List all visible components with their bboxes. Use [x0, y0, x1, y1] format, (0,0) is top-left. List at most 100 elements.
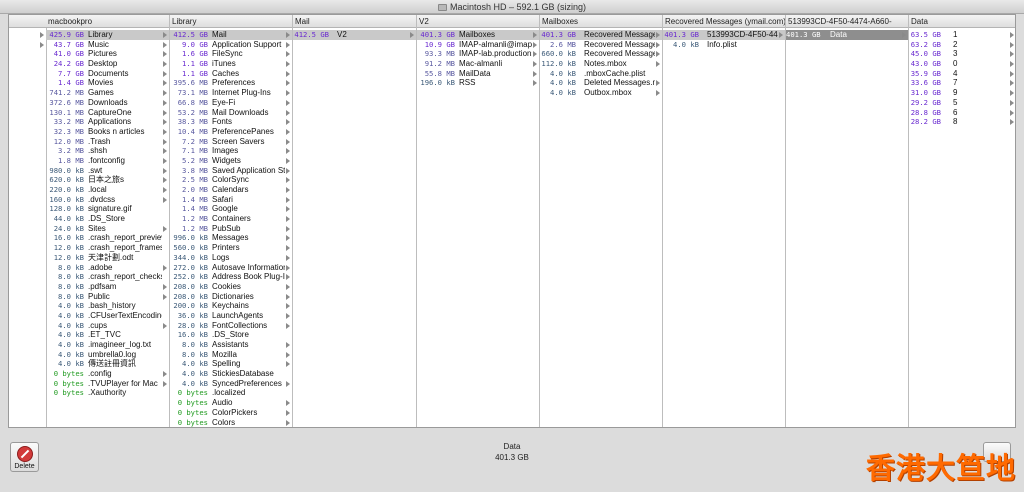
- file-row[interactable]: 0 bytes ColorPickers: [170, 408, 292, 418]
- column-list[interactable]: 63.5 GB 1 63.2 GB 2 45.0 GB 3 43.0 GB 0 35.9 GB 4…: [909, 28, 1015, 427]
- root-row[interactable]: [9, 40, 46, 50]
- file-row[interactable]: 401.3 GB Data: [786, 30, 908, 40]
- file-row[interactable]: 1.6 GB FileSync: [170, 49, 292, 59]
- file-row[interactable]: 0 bytes .config: [46, 369, 169, 379]
- file-row[interactable]: 412.5 GB Mail: [170, 30, 292, 40]
- file-row[interactable]: 128.0 kB signature.gif: [46, 204, 169, 214]
- file-row[interactable]: 8.0 kB Public: [46, 292, 169, 302]
- file-row[interactable]: 4.0 kB .bash_history: [46, 301, 169, 311]
- browser-column[interactable]: macbookpro 425.9 GB Library 43.7 GB Music 41.…: [46, 15, 170, 427]
- file-row[interactable]: 620.0 kB 日本之旅s: [46, 175, 169, 185]
- file-row[interactable]: 16.0 kB .crash_report_preview: [46, 233, 169, 243]
- file-row[interactable]: 38.3 MB Fonts: [170, 117, 292, 127]
- root-column[interactable]: [9, 15, 47, 427]
- file-row[interactable]: 741.2 MB Games: [46, 88, 169, 98]
- file-row[interactable]: 7.1 MB Images: [170, 146, 292, 156]
- file-row[interactable]: 4.0 kB .mboxCache.plist: [540, 69, 662, 79]
- file-row[interactable]: 196.0 kB RSS: [417, 78, 539, 88]
- browser-column[interactable]: 513993CD-4F50-4474-A660- 401.3 GB Data: [786, 15, 909, 427]
- file-row[interactable]: 1.2 MB PubSub: [170, 224, 292, 234]
- file-row[interactable]: 31.0 GB 9: [909, 88, 1015, 98]
- file-row[interactable]: 36.0 kB LaunchAgents: [170, 311, 292, 321]
- file-row[interactable]: 12.0 MB .Trash: [46, 137, 169, 147]
- column-browser[interactable]: macbookpro 425.9 GB Library 43.7 GB Music 41.…: [8, 14, 1016, 428]
- file-row[interactable]: 5.2 MB Widgets: [170, 156, 292, 166]
- file-row[interactable]: 41.0 GB Pictures: [46, 49, 169, 59]
- file-row[interactable]: 28.8 GB 6: [909, 108, 1015, 118]
- file-row[interactable]: 0 bytes .Xauthority: [46, 388, 169, 398]
- file-row[interactable]: 1.4 MB Google: [170, 204, 292, 214]
- file-row[interactable]: 401.3 GB Recovered Messages: [540, 30, 662, 40]
- file-row[interactable]: 425.9 GB Library: [46, 30, 169, 40]
- file-row[interactable]: 4.0 kB 傳送註冊資訊: [46, 359, 169, 369]
- file-row[interactable]: 208.0 kB Dictionaries: [170, 292, 292, 302]
- file-row[interactable]: 1.2 MB Containers: [170, 214, 292, 224]
- file-row[interactable]: 12.0 kB 天津計劃.odt: [46, 253, 169, 263]
- file-row[interactable]: 412.5 GB V2: [293, 30, 416, 40]
- file-row[interactable]: 200.0 kB Keychains: [170, 301, 292, 311]
- file-row[interactable]: 4.0 kB .cups: [46, 321, 169, 331]
- file-row[interactable]: 1.8 MB .fontconfig: [46, 156, 169, 166]
- file-row[interactable]: 8.0 kB Assistants: [170, 340, 292, 350]
- file-row[interactable]: 93.3 MB IMAP-lab.productions: [417, 49, 539, 59]
- file-row[interactable]: 272.0 kB Autosave Information: [170, 263, 292, 273]
- file-row[interactable]: 24.2 GB Desktop: [46, 59, 169, 69]
- file-row[interactable]: 2.0 MB Calendars: [170, 185, 292, 195]
- file-row[interactable]: 45.0 GB 3: [909, 49, 1015, 59]
- file-row[interactable]: 1.1 GB iTunes: [170, 59, 292, 69]
- file-row[interactable]: 33.6 GB 7: [909, 78, 1015, 88]
- file-row[interactable]: 4.0 kB .imagineer_log.txt: [46, 340, 169, 350]
- file-row[interactable]: 996.0 kB Messages: [170, 233, 292, 243]
- file-row[interactable]: 43.7 GB Music: [46, 40, 169, 50]
- file-row[interactable]: 35.9 GB 4: [909, 69, 1015, 79]
- file-row[interactable]: 220.0 kB .local: [46, 185, 169, 195]
- file-row[interactable]: 4.0 kB Info.plist: [663, 40, 785, 50]
- file-row[interactable]: 401.3 GB Mailboxes: [417, 30, 539, 40]
- file-row[interactable]: 1.4 GB Movies: [46, 78, 169, 88]
- file-row[interactable]: 660.0 kB Recovered Messages: [540, 49, 662, 59]
- column-list[interactable]: 401.3 GB 513993CD-4F50-4474-A660 4.0 kB Inf…: [663, 28, 785, 427]
- file-row[interactable]: 10.4 MB PreferencePanes: [170, 127, 292, 137]
- file-row[interactable]: 3.2 MB .shsh: [46, 146, 169, 156]
- file-row[interactable]: 32.3 MB Books n articles: [46, 127, 169, 137]
- column-list[interactable]: 412.5 GB V2: [293, 28, 416, 427]
- file-row[interactable]: 560.0 kB Printers: [170, 243, 292, 253]
- delete-button[interactable]: Delete: [10, 442, 39, 472]
- file-row[interactable]: 0 bytes Colors: [170, 418, 292, 428]
- column-list[interactable]: 412.5 GB Mail 9.0 GB Application Support 1.6…: [170, 28, 292, 427]
- file-row[interactable]: 8.0 kB Mozilla: [170, 350, 292, 360]
- file-row[interactable]: 2.6 MB Recovered Messages: [540, 40, 662, 50]
- file-row[interactable]: 4.0 kB Spelling: [170, 359, 292, 369]
- column-list[interactable]: 401.3 GB Mailboxes 10.9 GB IMAP-almanli@ima…: [417, 28, 539, 427]
- file-row[interactable]: 980.0 kB .swt: [46, 166, 169, 176]
- file-row[interactable]: 4.0 kB Outbox.mbox: [540, 88, 662, 98]
- file-row[interactable]: 1.4 MB Safari: [170, 195, 292, 205]
- file-row[interactable]: 4.0 kB .ET_TVC: [46, 330, 169, 340]
- file-row[interactable]: 63.5 GB 1: [909, 30, 1015, 40]
- file-row[interactable]: 8.0 kB .adobe: [46, 263, 169, 273]
- file-row[interactable]: 43.0 GB 0: [909, 59, 1015, 69]
- file-row[interactable]: 4.0 kB .CFUserTextEncoding: [46, 311, 169, 321]
- file-row[interactable]: 28.0 kB FontCollections: [170, 321, 292, 331]
- file-row[interactable]: 0 bytes .localized: [170, 388, 292, 398]
- file-row[interactable]: 8.0 kB .pdfsam: [46, 282, 169, 292]
- root-row[interactable]: [9, 30, 46, 40]
- file-row[interactable]: 7.7 GB Documents: [46, 69, 169, 79]
- file-row[interactable]: 4.0 kB SyncedPreferences: [170, 379, 292, 389]
- file-row[interactable]: 24.0 kB Sites: [46, 224, 169, 234]
- file-row[interactable]: 401.3 GB 513993CD-4F50-4474-A660: [663, 30, 785, 40]
- file-row[interactable]: 28.2 GB 8: [909, 117, 1015, 127]
- file-row[interactable]: 7.2 MB Screen Savers: [170, 137, 292, 147]
- file-row[interactable]: 2.5 MB ColorSync: [170, 175, 292, 185]
- file-row[interactable]: 344.0 kB Logs: [170, 253, 292, 263]
- file-row[interactable]: 4.0 kB umbrella0.log: [46, 350, 169, 360]
- file-row[interactable]: 0 bytes .TVUPlayer for Mac: [46, 379, 169, 389]
- file-row[interactable]: 9.0 GB Application Support: [170, 40, 292, 50]
- file-row[interactable]: 4.0 kB StickiesDatabase: [170, 369, 292, 379]
- file-row[interactable]: 29.2 GB 5: [909, 98, 1015, 108]
- file-row[interactable]: 395.6 MB Preferences: [170, 78, 292, 88]
- file-row[interactable]: 112.0 kB Notes.mbox: [540, 59, 662, 69]
- file-row[interactable]: 33.2 MB Applications: [46, 117, 169, 127]
- file-row[interactable]: 1.1 GB Caches: [170, 69, 292, 79]
- file-row[interactable]: 372.6 MB Downloads: [46, 98, 169, 108]
